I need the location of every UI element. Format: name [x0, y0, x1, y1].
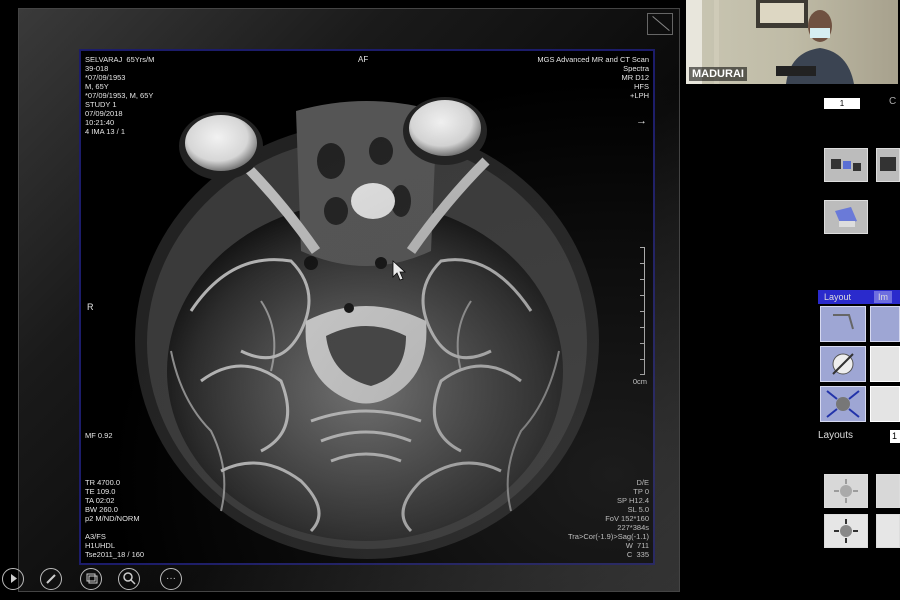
layout-option-4[interactable] — [870, 346, 900, 382]
layout-grid — [820, 306, 900, 424]
viewer-frame: SELVARAJ 65Yrs/M 39-018 *07/09/1953 M, 6… — [18, 8, 680, 592]
zoom-icon[interactable] — [118, 568, 140, 590]
panel-tabbar: Layout Im — [818, 290, 900, 304]
scanner-info-text: MGS Advanced MR and CT Scan Spectra MR D… — [537, 55, 649, 100]
mf-label: MF 0.92 — [85, 431, 113, 440]
bottom-toolbar: ··· — [0, 566, 200, 590]
layouts-count-input[interactable]: 1 — [890, 430, 900, 443]
pan-icon[interactable] — [876, 514, 900, 548]
layouts-label: Layouts — [818, 430, 854, 441]
contrast-icon[interactable] — [876, 474, 900, 508]
layers-icon[interactable] — [80, 568, 102, 590]
video-location-label: MADURAI — [689, 67, 747, 81]
orientation-left-label: R — [87, 302, 94, 312]
layout-option-3[interactable] — [820, 346, 866, 382]
tab-image[interactable]: Im — [874, 291, 892, 303]
scale-unit-label: 0cm — [632, 377, 647, 386]
right-panel: MADURAI 1 C Layout Im Layouts 1 — [684, 0, 900, 600]
video-feed: MADURAI — [686, 0, 898, 84]
scale-bar — [638, 247, 645, 375]
orientation-top-label: AF — [358, 55, 369, 64]
sequence-params-text: TR 4700.0 TE 109.0 TA 02:02 BW 260.0 p2 … — [85, 478, 145, 559]
image-tool-icon[interactable] — [824, 148, 868, 182]
print-tool-icon[interactable] — [824, 200, 868, 234]
more-icon[interactable]: ··· — [160, 568, 182, 590]
play-icon[interactable] — [2, 568, 24, 590]
orientation-arrow-icon: → — [636, 115, 647, 127]
layout-option-2[interactable] — [870, 306, 900, 342]
window-level-icon[interactable] — [824, 514, 868, 548]
c-label: C — [889, 96, 897, 107]
geometry-params-text: D/E TP 0 SP H12.4 SL 5.0 FoV 152*160 227… — [568, 478, 649, 559]
frame-counter-input[interactable]: 1 — [824, 98, 860, 109]
pencil-icon[interactable] — [40, 568, 62, 590]
patient-info-text: SELVARAJ 65Yrs/M 39-018 *07/09/1953 M, 6… — [85, 55, 155, 136]
layout-option-6[interactable] — [870, 386, 900, 422]
layout-option-5[interactable] — [820, 386, 866, 422]
mri-image-panel[interactable]: SELVARAJ 65Yrs/M 39-018 *07/09/1953 M, 6… — [79, 49, 655, 565]
layout-option-1[interactable] — [820, 306, 866, 342]
brightness-icon[interactable] — [824, 474, 868, 508]
expand-icon[interactable] — [647, 13, 673, 35]
filmstrip-icon[interactable] — [876, 148, 900, 182]
tab-layout[interactable]: Layout — [820, 291, 855, 303]
